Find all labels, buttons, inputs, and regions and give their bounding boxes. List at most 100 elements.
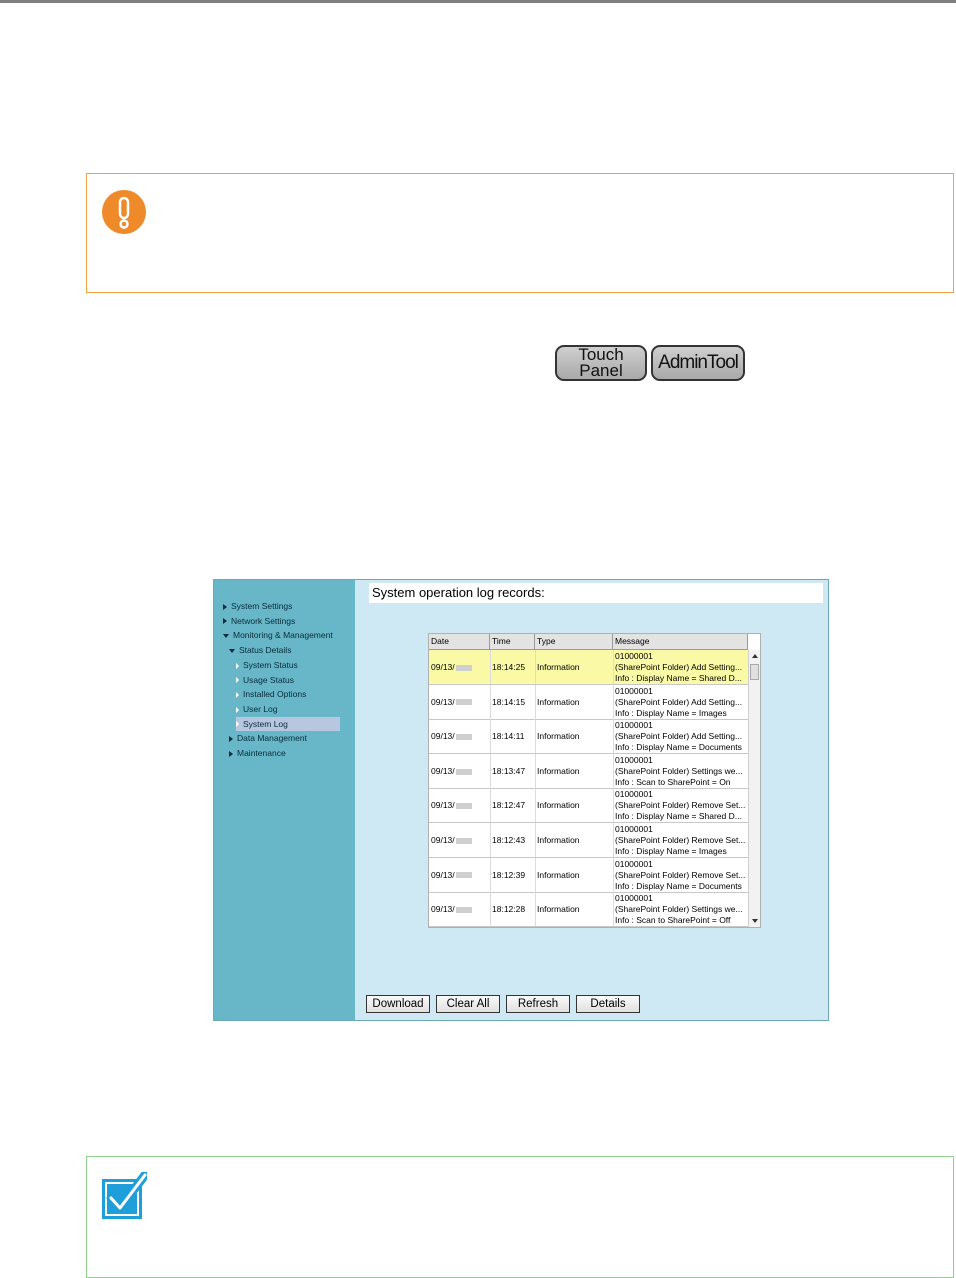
page-title: System operation log records:: [369, 583, 823, 603]
cell-type: Information: [535, 892, 613, 926]
sidebar-item-installed-options[interactable]: Installed Options: [236, 687, 306, 701]
cell-time-text: 18:14:25: [492, 662, 526, 672]
table-row[interactable]: 09/13/18:12:28 Information 01000001 (ShareP…: [429, 892, 748, 927]
column-header-type[interactable]: Type: [535, 634, 613, 649]
scroll-up-icon[interactable]: [752, 654, 758, 658]
triangle-right-icon: [236, 691, 239, 698]
scroll-down-icon[interactable]: [752, 919, 758, 923]
cell-type-text: Information: [537, 765, 580, 776]
cell-type: Information: [535, 685, 613, 719]
message-line: 01000001: [615, 893, 653, 904]
cell-type-text: Information: [537, 800, 580, 811]
cell-date-text: 09/13/: [431, 869, 455, 880]
sidebar-item-monitoring-management[interactable]: Monitoring & Management: [223, 628, 333, 642]
message-line: Info : Display Name = Documents: [615, 742, 742, 753]
table-row[interactable]: 09/13/18:12:39 Information 01000001 (ShareP…: [429, 857, 748, 893]
column-separator: [535, 892, 536, 927]
log-table: Date Time Type Message 09/13/18:14:25 Inf…: [428, 633, 761, 928]
table-row[interactable]: 09/13/18:14:11 Information 01000001 (ShareP…: [429, 719, 748, 755]
sidebar-item-system-status[interactable]: System Status: [236, 658, 298, 672]
cell-message: 01000001 (SharePoint Folder) Settings we.…: [613, 754, 747, 788]
cell-time: 18:12:43: [490, 823, 535, 857]
sidebar-item-label: System Settings: [231, 601, 293, 611]
sidebar-item-network-settings[interactable]: Network Settings: [223, 614, 295, 628]
column-separator: [490, 684, 491, 719]
message-line: Info : Display Name = Documents: [615, 880, 742, 891]
cell-type-text: Information: [537, 662, 580, 672]
redacted-year: [455, 699, 472, 706]
exclamation-circle-icon: [102, 190, 146, 234]
triangle-right-icon: [223, 603, 227, 610]
message-line: (SharePoint Folder) Settings we...: [615, 765, 743, 776]
cell-date: 09/13/: [429, 650, 490, 684]
column-separator: [613, 650, 614, 684]
cell-type: Information: [535, 858, 613, 892]
cell-date-text: 09/13/: [431, 765, 455, 776]
note-box: [86, 1156, 954, 1278]
touch-panel-badge-line2: Panel: [579, 361, 623, 380]
cell-message: 01000001 (SharePoint Folder) Add Setting.…: [613, 650, 747, 684]
sidebar-item-user-log[interactable]: User Log: [236, 702, 278, 716]
touch-panel-badge: Touch Panel: [555, 345, 647, 381]
caution-box: [86, 173, 954, 293]
message-line: (SharePoint Folder) Settings we...: [615, 904, 743, 915]
refresh-button[interactable]: Refresh: [506, 995, 570, 1013]
sidebar-item-system-settings[interactable]: System Settings: [223, 599, 292, 613]
cell-type-text: Information: [537, 731, 580, 742]
table-scrollbar[interactable]: [748, 650, 760, 927]
table-row[interactable]: 09/13/18:14:15 Information 01000001 (ShareP…: [429, 684, 748, 720]
sidebar-item-label: Status Details: [239, 645, 292, 656]
column-separator: [490, 857, 491, 892]
cell-time-text: 18:12:47: [492, 800, 526, 811]
sidebar-item-maintenance[interactable]: Maintenance: [229, 746, 286, 760]
cell-message: 01000001 (SharePoint Folder) Remove Set..…: [613, 788, 747, 822]
triangle-down-icon: [223, 634, 229, 639]
table-row[interactable]: 09/13/18:12:43 Information 01000001 (ShareP…: [429, 823, 748, 858]
admin-tool-screenshot: System Settings Network Settings Monitorin…: [213, 579, 829, 1021]
cell-date-text: 09/13/: [431, 800, 455, 811]
column-header-date[interactable]: Date: [429, 634, 490, 649]
column-header-message[interactable]: Message: [613, 634, 748, 649]
sidebar-item-label: Network Settings: [231, 615, 296, 626]
sidebar: System Settings Network Settings Monitorin…: [214, 580, 355, 1020]
table-row[interactable]: 09/13/18:13:47 Information 01000001 (ShareP…: [429, 753, 748, 789]
column-separator: [535, 719, 536, 754]
details-button[interactable]: Details: [576, 995, 640, 1013]
column-separator: [613, 753, 614, 788]
sidebar-item-usage-status[interactable]: Usage Status: [236, 673, 294, 687]
cell-time: 18:14:15: [490, 685, 535, 719]
sidebar-item-status-details[interactable]: Status Details: [229, 643, 291, 657]
column-header-time[interactable]: Time: [490, 634, 535, 649]
column-separator: [535, 788, 536, 823]
cell-message: 01000001 (SharePoint Folder) Settings we.…: [613, 892, 747, 926]
triangle-right-icon: [229, 736, 233, 743]
message-line: Info : Scan to SharePoint = Off: [615, 915, 731, 926]
table-row[interactable]: 09/13/18:14:25 Information 01000001 (ShareP…: [429, 650, 748, 685]
cell-date-text: 09/13/: [431, 835, 455, 845]
cell-date-text: 09/13/: [431, 904, 455, 915]
sidebar-item-data-management[interactable]: Data Management: [229, 731, 307, 745]
message-line: (SharePoint Folder) Remove Set...: [615, 800, 746, 811]
clear-all-button[interactable]: Clear All: [436, 995, 500, 1013]
redacted-year: [455, 733, 472, 740]
message-line: (SharePoint Folder) Remove Set...: [615, 835, 746, 845]
message-line: 01000001: [615, 754, 653, 765]
cell-time: 18:12:47: [490, 788, 535, 822]
triangle-right-icon: [236, 662, 239, 669]
sidebar-item-label: System Log: [243, 718, 288, 729]
sidebar-item-label: Usage Status: [243, 674, 295, 685]
message-line: 01000001: [615, 858, 653, 869]
scroll-thumb[interactable]: [750, 664, 759, 680]
sidebar-item-system-log[interactable]: System Log: [236, 716, 340, 731]
cell-type: Information: [535, 754, 613, 788]
redacted-year: [455, 768, 472, 775]
redacted-year: [455, 906, 472, 913]
triangle-right-icon: [236, 706, 239, 713]
sidebar-item-label: Maintenance: [237, 748, 286, 758]
sidebar-item-label: User Log: [243, 703, 278, 714]
triangle-right-icon: [236, 677, 239, 684]
triangle-right-icon: [229, 750, 233, 757]
cell-type-text: Information: [537, 696, 580, 707]
download-button[interactable]: Download: [366, 995, 430, 1013]
table-row[interactable]: 09/13/18:12:47 Information 01000001 (ShareP…: [429, 788, 748, 824]
